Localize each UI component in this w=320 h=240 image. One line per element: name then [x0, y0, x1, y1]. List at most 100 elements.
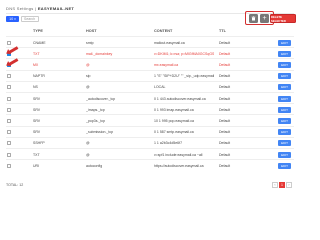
- record-host: _imaps._tcp: [86, 107, 105, 112]
- edit-button[interactable]: EDIT: [278, 162, 291, 169]
- edit-button[interactable]: EDIT: [278, 84, 291, 91]
- edit-button[interactable]: EDIT: [278, 95, 291, 102]
- delete-selected-button[interactable]: DELETE SELECTED: [270, 14, 296, 23]
- chevron-down-icon: ▾: [14, 17, 16, 21]
- header-ttl: TTL: [219, 29, 226, 33]
- record-ttl: Default: [219, 40, 231, 45]
- row-checkbox[interactable]: [7, 163, 11, 168]
- trash-button[interactable]: [249, 14, 258, 23]
- edit-button[interactable]: EDIT: [278, 39, 291, 46]
- record-ttl: Default: [219, 130, 231, 135]
- record-ttl: Default: [219, 118, 231, 123]
- pagination-next-button[interactable]: ›: [286, 182, 292, 188]
- header-host: HOST: [86, 29, 97, 33]
- record-host: @: [86, 62, 90, 67]
- record-ttl: Default: [219, 163, 231, 168]
- search-input[interactable]: Search: [21, 16, 39, 22]
- row-checkbox[interactable]: [7, 107, 11, 112]
- edit-button[interactable]: EDIT: [278, 61, 291, 68]
- row-checkbox[interactable]: [7, 85, 11, 90]
- record-type: SRV: [33, 96, 41, 101]
- row-checkbox[interactable]: [7, 152, 11, 157]
- record-ttl: Default: [219, 141, 231, 146]
- table-row: NAPTR sip 1 "S" "SIP+D2U" "" _sip._udp.eas…: [6, 69, 294, 82]
- row-checkbox[interactable]: [7, 130, 11, 135]
- table-row: MX @ mx.easymail.ca Default EDIT: [6, 58, 294, 70]
- table-row: SRV _autodiscover._tcp 0 1 443 autodiscove…: [6, 92, 294, 104]
- record-ttl: Default: [219, 74, 231, 79]
- table-row: NS @ LOCAL Default EDIT: [6, 80, 294, 93]
- record-host: _autodiscover._tcp: [86, 96, 116, 101]
- pagination-prev-button[interactable]: ‹: [272, 182, 278, 188]
- record-type: URI: [33, 163, 40, 168]
- record-host: _submission._tcp: [86, 130, 114, 135]
- record-host: sip: [86, 74, 91, 79]
- record-ttl: Default: [219, 85, 231, 90]
- record-content: v=DKIM1; k=rsa; p=MIGfMA0GCSqGSIb3DQEBAQ…: [154, 51, 214, 56]
- total-count: TOTAL: 12: [6, 183, 24, 187]
- record-type: SRV: [33, 107, 41, 112]
- row-checkbox[interactable]: [7, 96, 11, 101]
- record-content: 1 1 a2b3c4d5e6f7: [154, 141, 183, 146]
- table-row: SRV _pop3s._tcp 10 1 995 pop.easymail.ca De…: [6, 114, 294, 126]
- section-label: DNS Settings: [6, 6, 34, 11]
- header-content: CONTENT: [154, 29, 173, 33]
- domain-name: EASYEMAIL.NET: [37, 6, 75, 11]
- page-title: DNS Settings | EASYEMAIL.NET: [6, 6, 74, 11]
- add-record-button[interactable]: +: [260, 14, 269, 23]
- record-host: @: [86, 85, 90, 90]
- record-content: https://autodiscover.easymail.ca: [154, 163, 204, 168]
- record-content: 0 1 587 smtp.easymail.ca: [154, 130, 194, 135]
- record-ttl: Default: [219, 96, 231, 101]
- record-type: TXT: [33, 152, 40, 157]
- table-header: TYPE HOST CONTENT TTL: [6, 27, 294, 35]
- record-type: NS: [33, 85, 38, 90]
- record-content: 0 1 993 imap.easymail.ca: [154, 107, 194, 112]
- record-type: MX: [33, 62, 39, 67]
- record-type: TXT: [33, 51, 40, 56]
- row-checkbox[interactable]: [7, 74, 11, 79]
- trash-icon: [251, 16, 256, 21]
- row-checkbox[interactable]: [7, 118, 11, 123]
- edit-button[interactable]: EDIT: [278, 140, 291, 147]
- header-type: TYPE: [33, 29, 43, 33]
- record-content: 0 1 443 autodiscover.easymail.ca: [154, 96, 206, 101]
- record-host: autoconfig: [86, 163, 103, 168]
- table-row: CNAME smtp mailout.easymail.ca Default EDIT: [6, 36, 294, 48]
- record-host: _pop3s._tcp: [86, 118, 106, 123]
- edit-button[interactable]: EDIT: [278, 117, 291, 124]
- edit-button[interactable]: EDIT: [278, 129, 291, 136]
- record-host: @: [86, 152, 90, 157]
- record-type: SSHFP: [33, 141, 45, 146]
- edit-button[interactable]: EDIT: [278, 151, 291, 158]
- edit-button[interactable]: EDIT: [278, 73, 291, 80]
- record-ttl: Default: [219, 152, 231, 157]
- edit-button[interactable]: EDIT: [278, 106, 291, 113]
- table-row: TXT @ v=spf1 include:easymail.ca ~all Defau…: [6, 148, 294, 160]
- record-content: LOCAL: [154, 85, 166, 90]
- page-size-select[interactable]: 10 ▾: [6, 16, 19, 22]
- row-checkbox[interactable]: [7, 141, 11, 146]
- record-type: SRV: [33, 118, 41, 123]
- record-type: NAPTR: [33, 74, 45, 79]
- record-content: 10 1 995 pop.easymail.ca: [154, 118, 194, 123]
- table-row: SSHFP @1 1 a2b3c4d5e6f7 Default EDIT: [6, 136, 294, 149]
- record-ttl: Default: [219, 62, 231, 67]
- record-content: mailout.easymail.ca: [154, 40, 185, 45]
- record-type: SRV: [33, 130, 41, 135]
- record-content: 1 "S" "SIP+D2U" "" _sip._udp.easymail.ca: [154, 74, 214, 79]
- table-row: SRV _submission._tcp 0 1 587 smtp.easymail…: [6, 125, 294, 138]
- search-placeholder: Search: [24, 17, 36, 21]
- record-ttl: Default: [219, 51, 231, 56]
- plus-icon: +: [262, 15, 267, 22]
- record-host: @: [86, 141, 90, 146]
- row-checkbox[interactable]: [7, 40, 11, 45]
- edit-button[interactable]: EDIT: [278, 50, 291, 57]
- table-row: TXT mail._domainkey v=DKIM1; k=rsa; p=MIGf…: [6, 47, 294, 59]
- table-row: SRV _imaps._tcp 0 1 993 imap.easymail.ca De…: [6, 103, 294, 115]
- record-content: mx.easymail.ca: [154, 62, 179, 67]
- record-host: mail._domainkey: [86, 51, 113, 56]
- table-row: URI autoconfig https://autodiscover.easyma…: [6, 159, 294, 171]
- pagination-page-1[interactable]: 1: [279, 182, 285, 188]
- record-content: v=spf1 include:easymail.ca ~all: [154, 152, 203, 157]
